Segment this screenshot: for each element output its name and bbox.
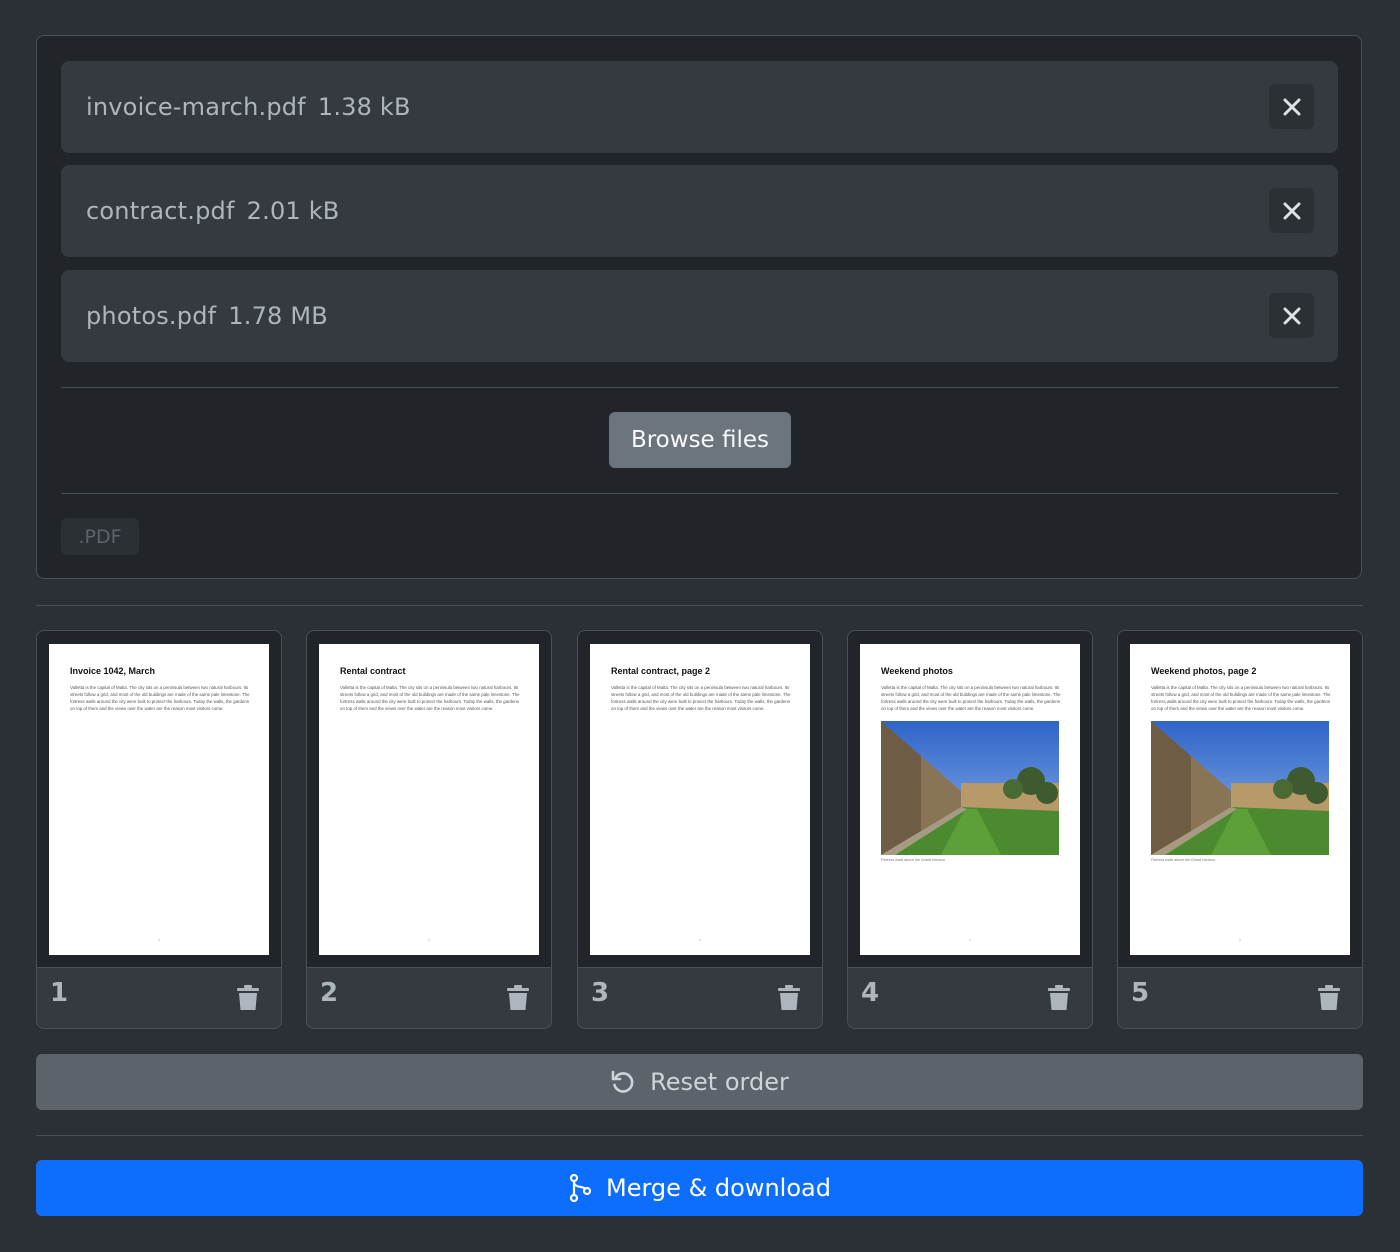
rotate-ccw-icon [610,1069,636,1095]
divider [36,605,1363,606]
page-photo [1151,721,1329,855]
page-number: 2 [320,978,339,1008]
page-body-text: Valletta is the capital of Malta. The ci… [1151,685,1331,711]
page-card[interactable]: Rental contract Valletta is the capital … [306,630,552,1029]
page-heading: Rental contract [340,666,406,676]
merge-download-button[interactable]: Merge & download [36,1160,1363,1216]
page-footer: 3 [578,967,822,1028]
reset-order-button[interactable]: Reset order [36,1054,1363,1110]
page-preview[interactable]: Rental contract Valletta is the capital … [307,631,551,967]
page-number-label: 1 [1239,938,1241,942]
page-number-label: 1 [158,938,160,942]
remove-file-button[interactable] [1269,293,1314,338]
page-thumbnail: Rental contract Valletta is the capital … [319,644,539,955]
page-footer: 2 [307,967,551,1028]
trash-icon [1318,985,1340,1010]
delete-page-button[interactable] [1048,985,1070,1015]
page-thumbnail: Weekend photos, page 2 Valletta is the c… [1130,644,1350,955]
page-body-text: Valletta is the capital of Malta. The ci… [881,685,1061,711]
trash-icon [1048,985,1070,1010]
file-size: 1.38 kB [317,93,411,121]
file-item: contract.pdf 2.01 kB [61,165,1338,257]
delete-page-button[interactable] [1318,985,1340,1015]
page-preview[interactable]: Weekend photos Valletta is the capital o… [848,631,1092,967]
file-name: invoice-march.pdf 1.38 kB [86,93,411,121]
file-upload-area[interactable]: invoice-march.pdf 1.38 kB contract.pdf 2.0… [36,35,1362,579]
page-thumbnail: Weekend photos Valletta is the capital o… [860,644,1080,955]
page-preview[interactable]: Weekend photos, page 2 Valletta is the c… [1118,631,1362,967]
page-heading: Weekend photos [881,666,953,676]
page-preview[interactable]: Rental contract, page 2 Valletta is the … [578,631,822,967]
page-preview[interactable]: Invoice 1042, March Valletta is the capi… [37,631,281,967]
photo-caption: Fortress walls above the Grand Harbour. [1151,858,1216,862]
trash-icon [237,985,259,1010]
page-thumbnail: Invoice 1042, March Valletta is the capi… [49,644,269,955]
divider [36,1135,1363,1136]
delete-page-button[interactable] [507,985,529,1015]
page-number: 3 [591,978,610,1008]
divider [61,493,1338,494]
page-card[interactable]: Rental contract, page 2 Valletta is the … [577,630,823,1029]
remove-file-button[interactable] [1269,188,1314,233]
page-body-text: Valletta is the capital of Malta. The ci… [340,685,520,711]
file-name: photos.pdf 1.78 MB [86,302,328,330]
page-photo [881,721,1059,855]
delete-page-button[interactable] [778,985,800,1015]
page-number-label: 1 [699,938,701,942]
page-number-label: 1 [969,938,971,942]
page-card[interactable]: Weekend photos Valletta is the capital o… [847,630,1093,1029]
page-footer: 4 [848,967,1092,1028]
page-thumbnail: Rental contract, page 2 Valletta is the … [590,644,810,955]
reset-order-label: Reset order [650,1068,789,1096]
photo-caption: Fortress walls above the Grand Harbour. [881,858,946,862]
page-heading: Invoice 1042, March [70,666,156,676]
page-footer: 1 [37,967,281,1028]
merge-download-label: Merge & download [606,1174,831,1202]
page-footer: 5 [1118,967,1362,1028]
git-merge-icon [568,1174,592,1202]
page-number-label: 1 [428,938,430,942]
page-number: 1 [50,978,69,1008]
page-heading: Rental contract, page 2 [611,666,711,676]
page-body-text: Valletta is the capital of Malta. The ci… [611,685,791,711]
file-item: photos.pdf 1.78 MB [61,270,1338,362]
delete-page-button[interactable] [237,985,259,1015]
file-item: invoice-march.pdf 1.38 kB [61,61,1338,153]
remove-file-button[interactable] [1269,84,1314,129]
page-heading: Weekend photos, page 2 [1151,666,1257,676]
close-icon [1283,202,1300,219]
divider [61,387,1338,388]
file-name: contract.pdf 2.01 kB [86,197,340,225]
browse-files-button[interactable]: Browse files [609,412,791,468]
trash-icon [778,985,800,1010]
page-card[interactable]: Weekend photos, page 2 Valletta is the c… [1117,630,1363,1029]
page-number: 5 [1131,978,1150,1008]
trash-icon [507,985,529,1010]
page-card[interactable]: Invoice 1042, March Valletta is the capi… [36,630,282,1029]
file-size: 2.01 kB [246,197,340,225]
page-number: 4 [861,978,880,1008]
file-size: 1.78 MB [228,302,328,330]
close-icon [1283,98,1300,115]
accepted-extension-badge: .PDF [61,518,139,555]
close-icon [1283,307,1300,324]
page-body-text: Valletta is the capital of Malta. The ci… [70,685,250,711]
